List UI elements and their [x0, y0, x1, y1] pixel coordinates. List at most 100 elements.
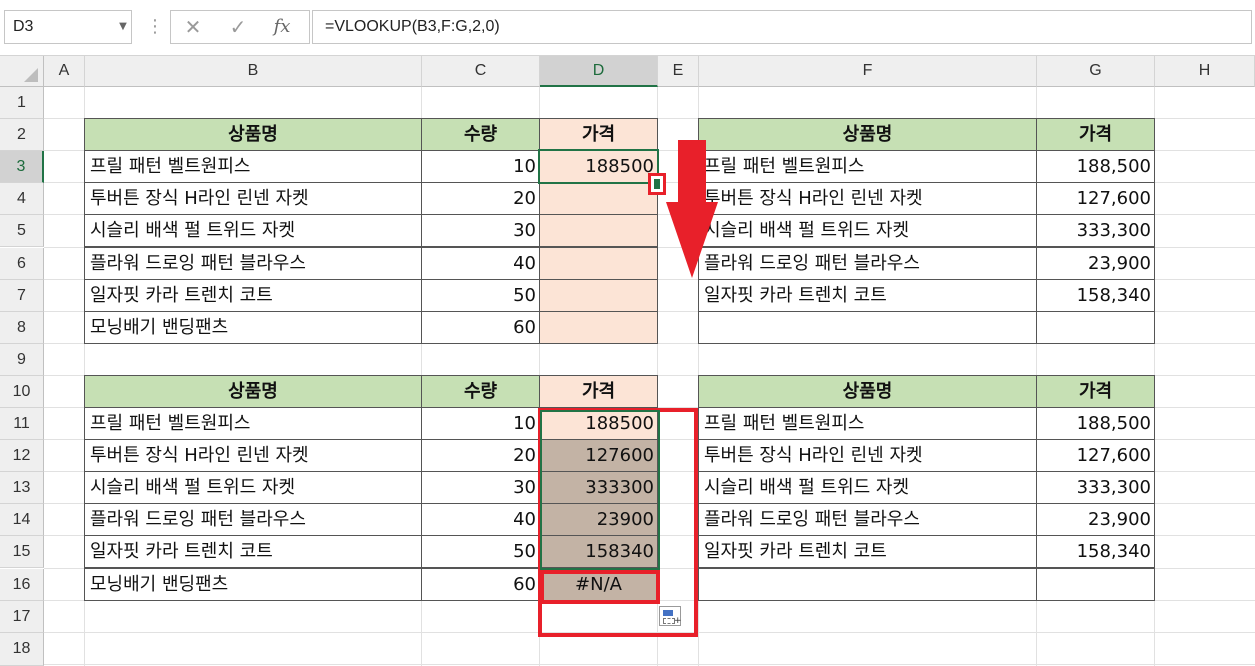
price-cell[interactable] — [539, 278, 658, 312]
product-cell[interactable]: 일자핏 카라 트렌치 코트 — [84, 535, 422, 569]
name-box[interactable]: D3 — [4, 10, 132, 44]
active-cell-outline — [538, 149, 659, 185]
qty-cell[interactable]: 50 — [421, 535, 540, 569]
row-header-4[interactable]: 4 — [0, 183, 44, 216]
price-cell[interactable] — [539, 214, 658, 248]
product-cell[interactable]: 플라워 드로잉 패턴 블라우스 — [84, 503, 422, 537]
row-header-9[interactable]: 9 — [0, 343, 44, 376]
row-header-12[interactable]: 12 — [0, 440, 44, 473]
lookup-product-cell[interactable] — [698, 310, 1037, 344]
column-header-d[interactable]: D — [540, 56, 658, 87]
lookup-product-cell[interactable]: 플라워 드로잉 패턴 블라우스 — [698, 246, 1037, 280]
row-header-11[interactable]: 11 — [0, 408, 44, 441]
header-cell-price[interactable]: 가격 — [539, 374, 658, 408]
row-header-1[interactable]: 1 — [0, 87, 44, 120]
lookup-product-cell[interactable]: 프릴 패턴 벨트원피스 — [698, 150, 1037, 184]
row-header-8[interactable]: 8 — [0, 311, 44, 344]
row-header-10[interactable]: 10 — [0, 375, 44, 408]
qty-cell[interactable]: 60 — [421, 310, 540, 344]
autofill-options-icon[interactable]: + — [659, 606, 682, 626]
qty-cell[interactable]: 20 — [421, 439, 540, 473]
row-header-7[interactable]: 7 — [0, 279, 44, 312]
lookup-header-price[interactable]: 가격 — [1036, 374, 1155, 408]
column-header-e[interactable]: E — [658, 56, 699, 87]
lookup-header-product[interactable]: 상품명 — [698, 118, 1037, 152]
header-cell-product[interactable]: 상품명 — [84, 118, 422, 152]
lookup-price-cell[interactable]: 188,500 — [1036, 150, 1155, 184]
product-cell[interactable]: 모닝배기 밴딩팬츠 — [84, 567, 422, 601]
fill-handle-icon[interactable] — [654, 179, 660, 189]
qty-cell[interactable]: 40 — [421, 246, 540, 280]
qty-cell[interactable]: 60 — [421, 567, 540, 601]
lookup-price-cell[interactable] — [1036, 567, 1155, 601]
column-header-f[interactable]: F — [699, 56, 1037, 87]
lookup-price-cell[interactable]: 23,900 — [1036, 246, 1155, 280]
lookup-price-cell[interactable]: 23,900 — [1036, 503, 1155, 537]
lookup-product-cell[interactable]: 시슬리 배색 펄 트위드 자켓 — [698, 471, 1037, 505]
lookup-price-cell[interactable] — [1036, 310, 1155, 344]
row-header-18[interactable]: 18 — [0, 632, 44, 666]
qty-cell[interactable]: 20 — [421, 182, 540, 216]
formula-input[interactable]: =VLOOKUP(B3,F:G,2,0) — [312, 10, 1252, 44]
column-header-g[interactable]: G — [1037, 56, 1155, 87]
header-cell-qty[interactable]: 수량 — [421, 118, 540, 152]
name-box-dropdown-icon[interactable]: ▼ — [114, 10, 132, 44]
product-cell[interactable]: 투버튼 장식 H라인 린넨 자켓 — [84, 182, 422, 216]
row-header-17[interactable]: 17 — [0, 600, 44, 633]
autofill-glyph-top — [663, 610, 673, 616]
price-cell[interactable] — [539, 310, 658, 344]
product-cell[interactable]: 시슬리 배색 펄 트위드 자켓 — [84, 471, 422, 505]
lookup-product-cell[interactable]: 투버튼 장식 H라인 린넨 자켓 — [698, 182, 1037, 216]
lookup-price-cell[interactable]: 333,300 — [1036, 471, 1155, 505]
qty-cell[interactable]: 40 — [421, 503, 540, 537]
header-cell-price[interactable]: 가격 — [539, 118, 658, 152]
qty-cell[interactable]: 30 — [421, 471, 540, 505]
column-header-a[interactable]: A — [44, 56, 85, 87]
lookup-product-cell[interactable]: 플라워 드로잉 패턴 블라우스 — [698, 503, 1037, 537]
qty-cell[interactable]: 50 — [421, 278, 540, 312]
row-header-2[interactable]: 2 — [0, 119, 44, 152]
product-cell[interactable]: 모닝배기 밴딩팬츠 — [84, 310, 422, 344]
lookup-product-cell[interactable]: 일자핏 카라 트렌치 코트 — [698, 535, 1037, 569]
row-header-5[interactable]: 5 — [0, 215, 44, 248]
row-header-14[interactable]: 14 — [0, 504, 44, 537]
lookup-price-cell[interactable]: 188,500 — [1036, 407, 1155, 441]
product-cell[interactable]: 프릴 패턴 벨트원피스 — [84, 150, 422, 184]
product-cell[interactable]: 시슬리 배색 펄 트위드 자켓 — [84, 214, 422, 248]
lookup-price-cell[interactable]: 158,340 — [1036, 278, 1155, 312]
header-cell-product[interactable]: 상품명 — [84, 374, 422, 408]
qty-cell[interactable]: 10 — [421, 150, 540, 184]
cancel-icon[interactable]: ✕ — [175, 10, 211, 44]
formula-bar-grip-icon: ⋮ — [146, 16, 164, 37]
lookup-product-cell[interactable]: 프릴 패턴 벨트원피스 — [698, 407, 1037, 441]
header-cell-qty[interactable]: 수량 — [421, 374, 540, 408]
column-header-c[interactable]: C — [422, 56, 540, 87]
column-header-h[interactable]: H — [1155, 56, 1255, 87]
enter-icon[interactable]: ✓ — [220, 10, 256, 44]
row-header-15[interactable]: 15 — [0, 536, 44, 569]
product-cell[interactable]: 일자핏 카라 트렌치 코트 — [84, 278, 422, 312]
price-cell[interactable] — [539, 246, 658, 280]
price-cell[interactable] — [539, 182, 658, 216]
lookup-product-cell[interactable]: 투버튼 장식 H라인 린넨 자켓 — [698, 439, 1037, 473]
qty-cell[interactable]: 30 — [421, 214, 540, 248]
lookup-header-product[interactable]: 상품명 — [698, 374, 1037, 408]
row-header-6[interactable]: 6 — [0, 247, 44, 280]
lookup-price-cell[interactable]: 127,600 — [1036, 182, 1155, 216]
lookup-price-cell[interactable]: 158,340 — [1036, 535, 1155, 569]
lookup-product-cell[interactable]: 시슬리 배색 펄 트위드 자켓 — [698, 214, 1037, 248]
column-header-b[interactable]: B — [85, 56, 422, 87]
product-cell[interactable]: 투버튼 장식 H라인 린넨 자켓 — [84, 439, 422, 473]
lookup-price-cell[interactable]: 127,600 — [1036, 439, 1155, 473]
product-cell[interactable]: 플라워 드로잉 패턴 블라우스 — [84, 246, 422, 280]
insert-function-icon[interactable]: fx — [264, 10, 300, 44]
qty-cell[interactable]: 10 — [421, 407, 540, 441]
row-header-13[interactable]: 13 — [0, 472, 44, 505]
product-cell[interactable]: 프릴 패턴 벨트원피스 — [84, 407, 422, 441]
row-header-16[interactable]: 16 — [0, 568, 44, 601]
lookup-price-cell[interactable]: 333,300 — [1036, 214, 1155, 248]
lookup-product-cell[interactable]: 일자핏 카라 트렌치 코트 — [698, 278, 1037, 312]
lookup-product-cell[interactable] — [698, 567, 1037, 601]
row-header-3[interactable]: 3 — [0, 151, 44, 184]
lookup-header-price[interactable]: 가격 — [1036, 118, 1155, 152]
